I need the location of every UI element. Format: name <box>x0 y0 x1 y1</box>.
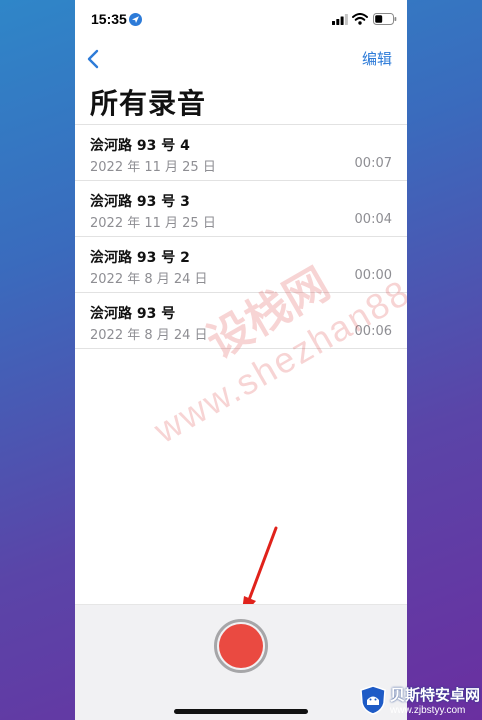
record-button[interactable] <box>214 619 268 673</box>
brand-url: www.zjbstyy.com <box>390 705 466 716</box>
home-indicator[interactable] <box>174 709 308 714</box>
brand-text: 贝斯特安卓网 www.zjbstyy.com <box>390 684 480 716</box>
brand-logo: 贝斯特安卓网 www.zjbstyy.com <box>360 684 480 716</box>
record-panel <box>75 604 407 720</box>
phone-screen: 15:35 编辑 所有录音 浍河路 93 号 4 2022 年 11 月 25 … <box>75 0 407 720</box>
android-shield-icon <box>360 685 386 715</box>
brand-name: 贝斯特安卓网 <box>390 686 481 704</box>
record-dot-icon <box>219 624 263 668</box>
